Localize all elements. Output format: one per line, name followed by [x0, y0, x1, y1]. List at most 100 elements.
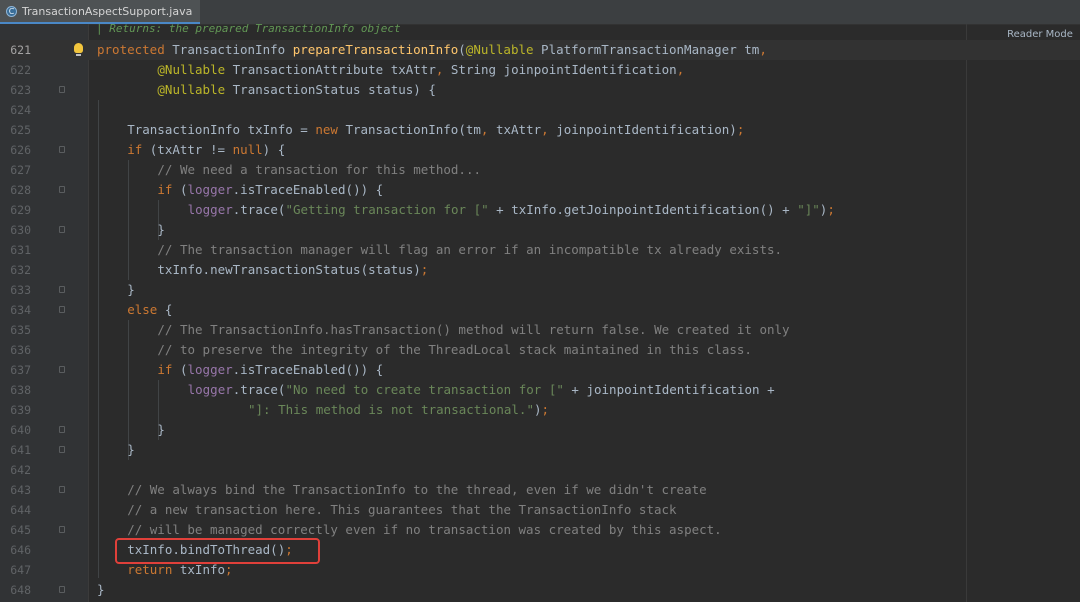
code-token: {: [164, 302, 173, 317]
code-text: // a new transaction here. This guarante…: [127, 500, 676, 520]
code-token: .isTraceEnabled()) {: [232, 362, 384, 377]
line-number: 635: [10, 323, 31, 337]
code-line[interactable]: 645 // will be managed correctly even if …: [0, 520, 966, 540]
code-token: (txAttr !=: [149, 142, 233, 157]
code-token: txInfo: [179, 562, 226, 577]
code-line[interactable]: 641}: [0, 440, 966, 460]
line-number: 628: [10, 183, 31, 197]
line-number: 644: [10, 503, 31, 517]
code-token: }: [157, 222, 165, 237]
fold-marker-icon[interactable]: [59, 366, 65, 373]
code-text: // The TransactionInfo.hasTransaction() …: [157, 320, 789, 340]
fold-marker-icon[interactable]: [59, 286, 65, 293]
code-line[interactable]: 638 logger.trace("No need to create trans…: [0, 380, 966, 400]
code-line[interactable]: 635 // The TransactionInfo.hasTransaction…: [0, 320, 966, 340]
code-line[interactable]: 648}: [0, 580, 966, 600]
code-text: logger.trace("No need to create transact…: [188, 380, 775, 400]
code-line[interactable]: 625 TransactionInfo txInfo = new Transact…: [0, 120, 966, 140]
editor-tab-transaction-aspect-support[interactable]: C TransactionAspectSupport.java: [0, 0, 201, 24]
code-line[interactable]: 633}: [0, 280, 966, 300]
line-number: 623: [10, 83, 31, 97]
code-text: // We need a transaction for this method…: [157, 160, 481, 180]
code-token: // will be managed correctly even if no …: [127, 522, 722, 537]
line-number: 634: [10, 303, 31, 317]
line-number: 632: [10, 263, 31, 277]
code-text: if (logger.isTraceEnabled()) {: [157, 180, 383, 200]
right-margin-guide: [966, 24, 967, 602]
code-token: prepareTransactionInfo: [292, 42, 459, 57]
code-line[interactable]: 642: [0, 460, 966, 480]
code-token: joinpointIdentification): [556, 122, 737, 137]
code-line[interactable]: 624: [0, 100, 966, 120]
line-number: 640: [10, 423, 31, 437]
fold-marker-icon[interactable]: [59, 486, 65, 493]
line-number: 626: [10, 143, 31, 157]
code-line[interactable]: 632 txInfo.newTransactionStatus(status);: [0, 260, 966, 280]
code-line[interactable]: 636 // to preserve the integrity of the T…: [0, 340, 966, 360]
code-token: ) {: [262, 142, 286, 157]
code-token: logger: [187, 182, 233, 197]
fold-marker-icon[interactable]: [59, 446, 65, 453]
code-line[interactable]: 637 if (logger.isTraceEnabled()) {: [0, 360, 966, 380]
code-token: .trace(: [232, 202, 286, 217]
fold-marker-icon[interactable]: [59, 586, 65, 593]
code-token: // We need a transaction for this method…: [157, 162, 481, 177]
code-text: if (logger.isTraceEnabled()) {: [157, 360, 383, 380]
code-token: // The TransactionInfo.hasTransaction() …: [157, 322, 790, 337]
code-token: "Getting transaction for [": [285, 202, 489, 217]
fold-marker-icon[interactable]: [59, 146, 65, 153]
code-text: }: [97, 580, 105, 600]
code-token: "No need to create transaction for [": [285, 382, 564, 397]
fold-marker-icon[interactable]: [59, 186, 65, 193]
line-number: 646: [10, 543, 31, 557]
line-number: 645: [10, 523, 31, 537]
code-token: if: [157, 362, 180, 377]
code-token: logger: [187, 362, 233, 377]
code-token: TransactionInfo: [172, 42, 293, 57]
code-token: protected: [97, 42, 173, 57]
intention-bulb-icon[interactable]: [74, 43, 83, 56]
code-line[interactable]: 631 // The transaction manager will flag …: [0, 240, 966, 260]
code-token: ;: [541, 402, 550, 417]
code-token: @Nullable: [157, 62, 226, 77]
code-text: else {: [127, 300, 172, 320]
line-number: 631: [10, 243, 31, 257]
code-token: ;: [420, 262, 429, 277]
code-line[interactable]: 639 "]: This method is not transactional.…: [0, 400, 966, 420]
code-text: @Nullable TransactionStatus status) {: [157, 80, 435, 100]
fold-marker-icon[interactable]: [59, 226, 65, 233]
code-line[interactable]: 629 logger.trace("Getting transaction for…: [0, 200, 966, 220]
code-token: logger: [187, 202, 233, 217]
code-token: "]: This method is not transactional.": [248, 402, 534, 417]
code-line[interactable]: 622 @Nullable TransactionAttribute txAttr…: [0, 60, 966, 80]
code-token: + joinpointIdentification +: [563, 382, 775, 397]
code-line[interactable]: 640}: [0, 420, 966, 440]
code-line[interactable]: 621 protected TransactionInfo prepareTran…: [0, 40, 966, 60]
fold-marker-icon[interactable]: [59, 526, 65, 533]
code-token: ;: [225, 562, 233, 577]
code-line[interactable]: 644 // a new transaction here. This guara…: [0, 500, 966, 520]
code-line[interactable]: 626 if (txAttr != null) {: [0, 140, 966, 160]
fold-marker-icon[interactable]: [59, 426, 65, 433]
line-number: 643: [10, 483, 31, 497]
code-line[interactable]: 627 // We need a transaction for this met…: [0, 160, 966, 180]
code-token: ;: [736, 122, 745, 137]
line-number: 625: [10, 123, 31, 137]
code-text: }: [157, 420, 165, 440]
fold-marker-icon[interactable]: [59, 306, 65, 313]
code-text: logger.trace("Getting transaction for ["…: [188, 200, 835, 220]
fold-marker-icon[interactable]: [59, 86, 65, 93]
code-line[interactable]: 630}: [0, 220, 966, 240]
code-line[interactable]: 634 else {: [0, 300, 966, 320]
code-token: // to preserve the integrity of the Thre…: [157, 342, 752, 357]
code-line[interactable]: 623 @Nullable TransactionStatus status) {: [0, 80, 966, 100]
line-number: 622: [10, 63, 31, 77]
code-line[interactable]: 628 if (logger.isTraceEnabled()) {: [0, 180, 966, 200]
code-token: ,: [759, 42, 767, 57]
code-text: }: [157, 220, 165, 240]
code-text: // will be managed correctly even if no …: [127, 520, 722, 540]
code-token: TransactionStatus status) {: [225, 82, 436, 97]
code-token: }: [157, 422, 165, 437]
code-token: txInfo.newTransactionStatus(status): [157, 262, 421, 277]
code-line[interactable]: 643 // We always bind the TransactionInfo…: [0, 480, 966, 500]
